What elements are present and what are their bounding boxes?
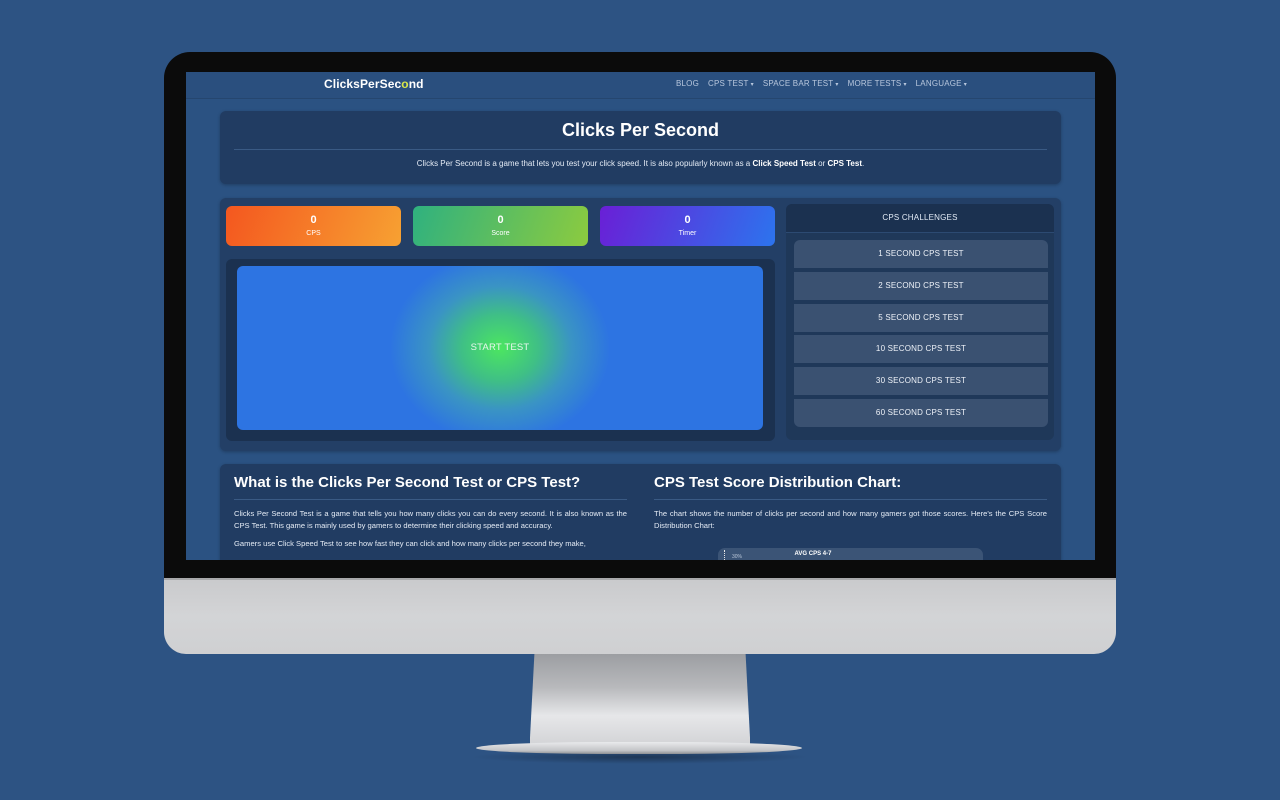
monitor-stand-neck	[530, 654, 750, 749]
cps-stat-box: 0 CPS	[226, 206, 401, 246]
start-test-label: START TEST	[470, 342, 530, 353]
intro-text-part: Clicks Per Second is a game that lets yo…	[416, 159, 753, 168]
caret-down-icon: ▾	[963, 82, 967, 88]
cps-label: CPS	[306, 230, 321, 237]
caret-down-icon: ▾	[835, 82, 839, 88]
intro-text-part: or	[815, 159, 828, 168]
intro-text-part: .	[862, 159, 865, 168]
monitor-stand-base	[476, 742, 802, 754]
nav-link-label: LANGUAGE	[915, 79, 962, 88]
divider	[234, 499, 627, 500]
divider	[234, 149, 1047, 150]
logo-text-suffix: nd	[408, 77, 424, 91]
nav-link-label: MORE TESTS	[847, 79, 902, 88]
score-label: Score	[491, 230, 510, 237]
challenge-1-second[interactable]: 1 SECOND CPS TEST	[794, 240, 1048, 268]
click-area-container: START TEST	[226, 259, 775, 441]
chart-title: AVG CPS 4-7	[794, 551, 832, 557]
monitor-chin	[164, 578, 1116, 654]
intro-bold-cps-test: CPS Test	[827, 159, 862, 168]
intro-description: Clicks Per Second is a game that lets yo…	[220, 159, 1061, 168]
cps-challenges-header: CPS CHALLENGES	[786, 204, 1054, 233]
nav-link-label: CPS TEST	[708, 79, 749, 88]
distribution-chart-heading: CPS Test Score Distribution Chart:	[654, 474, 902, 491]
nav-link-blog[interactable]: BLOG	[676, 79, 699, 88]
site-logo[interactable]: ClicksPerSecond	[324, 77, 424, 91]
score-distribution-chart: 30% AVG CPS 4-7	[718, 548, 983, 560]
caret-down-icon: ▾	[903, 82, 907, 88]
info-card: What is the Clicks Per Second Test or CP…	[220, 464, 1061, 560]
monitor-screen: ClicksPerSecond BLOG CPS TEST ▾ SPACE BAR…	[186, 72, 1095, 560]
intro-card: Clicks Per Second Clicks Per Second is a…	[220, 111, 1061, 184]
game-card: 0 CPS 0 Score 0 Timer START TEST CPS CHA…	[220, 198, 1061, 451]
score-stat-box: 0 Score	[413, 206, 588, 246]
distribution-chart-section: CPS Test Score Distribution Chart: The c…	[654, 474, 1047, 560]
challenge-list: 1 SECOND CPS TEST 2 SECOND CPS TEST 5 SE…	[794, 240, 1048, 431]
timer-label: Timer	[678, 230, 697, 237]
cursor-logo-icon: o	[401, 77, 409, 91]
challenge-30-second[interactable]: 30 SECOND CPS TEST	[794, 367, 1048, 396]
logo-text-prefix: ClicksPerSec	[324, 77, 402, 91]
timer-value: 0	[684, 214, 691, 226]
cps-challenges-panel: CPS CHALLENGES 1 SECOND CPS TEST 2 SECON…	[786, 204, 1054, 440]
nav-link-label: BLOG	[676, 79, 700, 88]
nav-dropdown-more-tests[interactable]: MORE TESTS ▾	[848, 79, 907, 88]
intro-bold-click-speed-test: Click Speed Test	[752, 159, 816, 168]
nav-dropdown-language[interactable]: LANGUAGE ▾	[916, 79, 967, 88]
nav-dropdown-cps-test[interactable]: CPS TEST ▾	[708, 79, 754, 88]
start-test-click-area[interactable]: START TEST	[237, 266, 763, 430]
cps-value: 0	[310, 214, 317, 226]
what-is-cps-heading: What is the Clicks Per Second Test or CP…	[234, 474, 581, 491]
nav-dropdown-space-bar-test[interactable]: SPACE BAR TEST ▾	[763, 79, 839, 88]
page-title: Clicks Per Second	[561, 120, 720, 140]
navbar: ClicksPerSecond BLOG CPS TEST ▾ SPACE BAR…	[186, 72, 1095, 99]
nav-link-label: SPACE BAR TEST	[762, 79, 834, 88]
paragraph: Gamers use Click Speed Test to see how f…	[234, 539, 586, 548]
what-is-cps-section: What is the Clicks Per Second Test or CP…	[234, 474, 627, 556]
timer-stat-box: 0 Timer	[600, 206, 775, 246]
score-value: 0	[497, 214, 504, 226]
challenge-10-second[interactable]: 10 SECOND CPS TEST	[794, 335, 1048, 364]
paragraph: Clicks Per Second Test is a game that te…	[234, 509, 627, 530]
challenge-5-second[interactable]: 5 SECOND CPS TEST	[794, 303, 1048, 332]
divider	[654, 499, 1047, 500]
paragraph: The chart shows the number of clicks per…	[654, 509, 1047, 530]
challenge-2-second[interactable]: 2 SECOND CPS TEST	[794, 271, 1048, 300]
caret-down-icon: ▾	[750, 82, 754, 88]
nav-links: BLOG CPS TEST ▾ SPACE BAR TEST ▾ MORE TEST…	[676, 79, 967, 88]
challenge-60-second[interactable]: 60 SECOND CPS TEST	[794, 398, 1048, 427]
